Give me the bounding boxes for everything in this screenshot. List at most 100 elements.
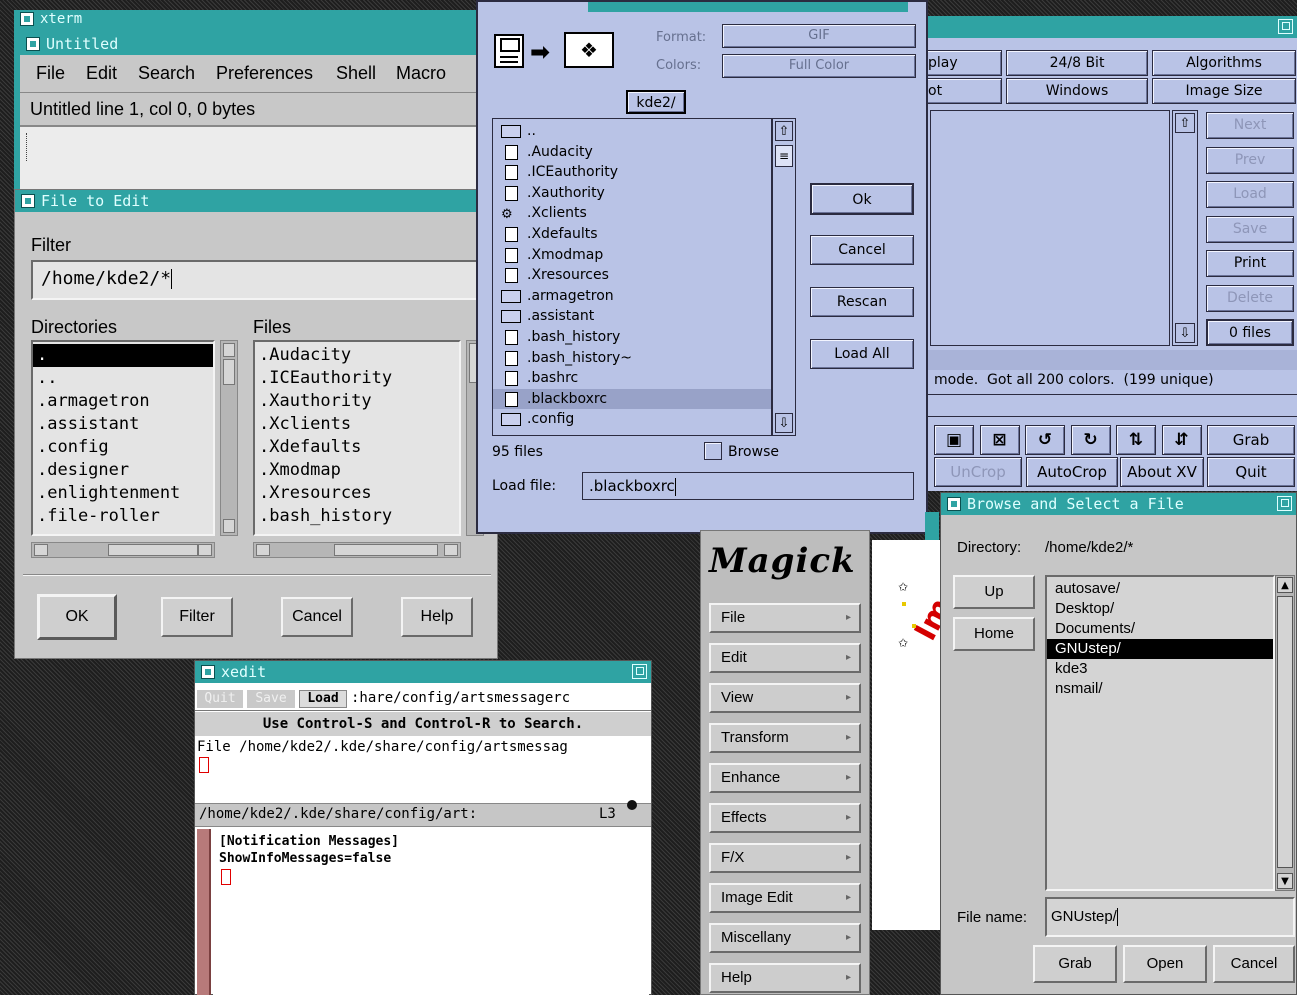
entries-browser[interactable]: autosave/Desktop/Documents/GNUstep/kde3 n… <box>1045 575 1275 891</box>
scroll-up-icon[interactable]: ⇧ <box>1175 113 1195 133</box>
up-button[interactable]: Up <box>953 575 1035 609</box>
cancel-button[interactable]: Cancel <box>810 235 914 265</box>
maximize-icon[interactable] <box>632 664 647 679</box>
edit-scrollbar[interactable] <box>197 829 211 995</box>
file-item[interactable]: .Xresources <box>259 482 459 505</box>
xv-top-button[interactable]: Windows <box>1006 78 1148 104</box>
xv-controls-titlebar[interactable] <box>924 16 1297 38</box>
xv-tool-icon[interactable]: ↺ <box>1025 425 1065 455</box>
xv-side-button[interactable]: Save <box>1206 215 1294 243</box>
load-all-button[interactable]: Load All <box>810 339 914 369</box>
ok-button[interactable]: Ok <box>810 183 914 215</box>
file-row[interactable]: .Xdefaults <box>493 224 771 245</box>
file-item[interactable]: .Xauthority <box>259 390 459 413</box>
file-row[interactable]: .. <box>493 121 771 142</box>
quit-button[interactable]: Quit <box>197 690 243 708</box>
magick-menu-image-edit[interactable]: Image Edit ▸ <box>709 883 861 913</box>
xv-top-button[interactable]: play <box>924 50 1002 76</box>
scroll-down-icon[interactable]: ▼ <box>1277 873 1293 889</box>
file-item[interactable]: .ICEauthority <box>259 367 459 390</box>
file-item[interactable]: .Xclients <box>259 413 459 436</box>
file-row[interactable]: .Xmodmap <box>493 245 771 266</box>
file-item[interactable]: .Xdefaults <box>259 436 459 459</box>
browser-entry[interactable]: autosave/ <box>1047 579 1273 599</box>
xv-side-button[interactable]: Next <box>1206 112 1294 139</box>
browser-entry[interactable]: Desktop/ <box>1047 599 1273 619</box>
scroll-thumb[interactable] <box>334 544 438 556</box>
panel-titlebar[interactable]: Browse and Select a File <box>941 493 1296 515</box>
browser-scrollbar[interactable]: ▲ ▼ <box>1275 575 1295 891</box>
scroll-up-icon[interactable]: ⇧ <box>775 121 793 141</box>
xv-tool-icon[interactable]: ↻ <box>1070 425 1111 455</box>
menu-shell[interactable]: Shell <box>336 63 376 84</box>
file-item[interactable]: .Audacity <box>259 344 459 367</box>
file-row[interactable]: .bash_history <box>493 327 771 348</box>
browse-checkbox[interactable] <box>704 442 722 460</box>
maximize-icon[interactable] <box>1278 19 1293 34</box>
xv-tool-icon[interactable]: ⊠ <box>979 425 1020 455</box>
xv-top-button[interactable]: Algorithms <box>1152 50 1296 76</box>
open-button[interactable]: Open <box>1123 945 1207 983</box>
magick-menu-edit[interactable]: Edit ▸ <box>709 643 861 673</box>
file-list[interactable]: .. .Audacity .ICEauthority .Xauthority ⚙ .Xcl… <box>492 118 772 436</box>
menu-file[interactable]: File <box>36 63 65 84</box>
file-row[interactable]: .ICEauthority <box>493 162 771 183</box>
filename-input[interactable]: GNUstep/ <box>1045 897 1295 937</box>
files-hscrollbar[interactable] <box>253 542 461 558</box>
filename-field[interactable]: :hare/config/artsmessagerc <box>351 690 570 706</box>
colors-select[interactable]: Full Color <box>722 54 916 78</box>
menu-edit[interactable]: Edit <box>86 63 117 84</box>
dialog-titlebar[interactable]: File to Edit <box>15 190 497 212</box>
xv-top-button[interactable]: Image Size <box>1152 78 1296 104</box>
scroll-left-icon[interactable] <box>34 544 48 556</box>
xv-tool-icon[interactable]: ⇵ <box>1161 425 1202 455</box>
scroll-down-icon[interactable]: ⇩ <box>1175 323 1195 343</box>
file-item[interactable]: .bash_history <box>259 505 459 528</box>
window-menu-icon[interactable] <box>201 665 215 679</box>
rescan-button[interactable]: Rescan <box>810 287 914 317</box>
xv-side-button[interactable]: Load <box>1206 181 1294 208</box>
scroll-thumb[interactable] <box>223 359 235 385</box>
magick-menu-f-x[interactable]: F/X ▸ <box>709 843 861 873</box>
magick-menu-view[interactable]: View ▸ <box>709 683 861 713</box>
xv-bottom-button[interactable]: UnCrop <box>934 457 1022 487</box>
directory-item[interactable]: .. <box>33 367 213 390</box>
browser-entry[interactable]: nsmail/ <box>1047 679 1273 699</box>
file-item[interactable]: .Xmodmap <box>259 459 459 482</box>
file-row[interactable]: .bashrc <box>493 368 771 389</box>
load-button[interactable]: Load <box>299 690 347 708</box>
window-menu-icon[interactable] <box>21 194 35 208</box>
scroll-left-icon[interactable] <box>256 544 270 556</box>
file-row[interactable]: .bash_history~ <box>493 348 771 369</box>
xv-top-button[interactable]: ot <box>924 78 1002 104</box>
xterm-titlebar[interactable]: xterm <box>14 10 484 28</box>
directory-item[interactable]: . <box>33 344 213 367</box>
xv-side-button[interactable]: Prev <box>1206 146 1294 174</box>
directory-item[interactable]: .assistant <box>33 413 213 436</box>
help-button[interactable]: Help <box>401 597 473 637</box>
directory-item[interactable]: .designer <box>33 459 213 482</box>
xv-top-button[interactable]: 24/8 Bit <box>1006 50 1148 76</box>
browser-entry[interactable]: Documents/ <box>1047 619 1273 639</box>
directories-list[interactable]: ... .armagetron .assistant .config .designer… <box>31 340 215 536</box>
image-list[interactable] <box>930 110 1170 346</box>
scroll-down-icon[interactable]: ⇩ <box>775 413 793 433</box>
menu-macro[interactable]: Macro <box>396 63 446 84</box>
grab-button[interactable]: Grab <box>1207 425 1295 455</box>
directory-item[interactable]: .file-roller <box>33 505 213 528</box>
file-row[interactable]: ⚙ .Xclients <box>493 203 771 224</box>
text-area[interactable] <box>20 125 490 195</box>
magick-menu-help[interactable]: Help ▸ <box>709 963 861 993</box>
directory-item[interactable]: .enlightenment <box>33 482 213 505</box>
dir-hscrollbar[interactable] <box>31 542 215 558</box>
window-menu-icon[interactable] <box>947 497 961 511</box>
nedit-titlebar[interactable]: Untitled <box>20 33 490 55</box>
xv-side-button[interactable]: 0 files <box>1206 319 1294 346</box>
cancel-button[interactable]: Cancel <box>1213 945 1295 983</box>
xv-bottom-button[interactable]: Quit <box>1207 457 1295 487</box>
file-row[interactable]: .blackboxrc <box>493 388 771 410</box>
magick-menu-miscellany[interactable]: Miscellany ▸ <box>709 923 861 953</box>
scroll-up-icon[interactable]: ▲ <box>1277 577 1293 593</box>
grab-button[interactable]: Grab <box>1033 945 1117 983</box>
xv-bottom-button[interactable]: AutoCrop <box>1026 457 1118 487</box>
